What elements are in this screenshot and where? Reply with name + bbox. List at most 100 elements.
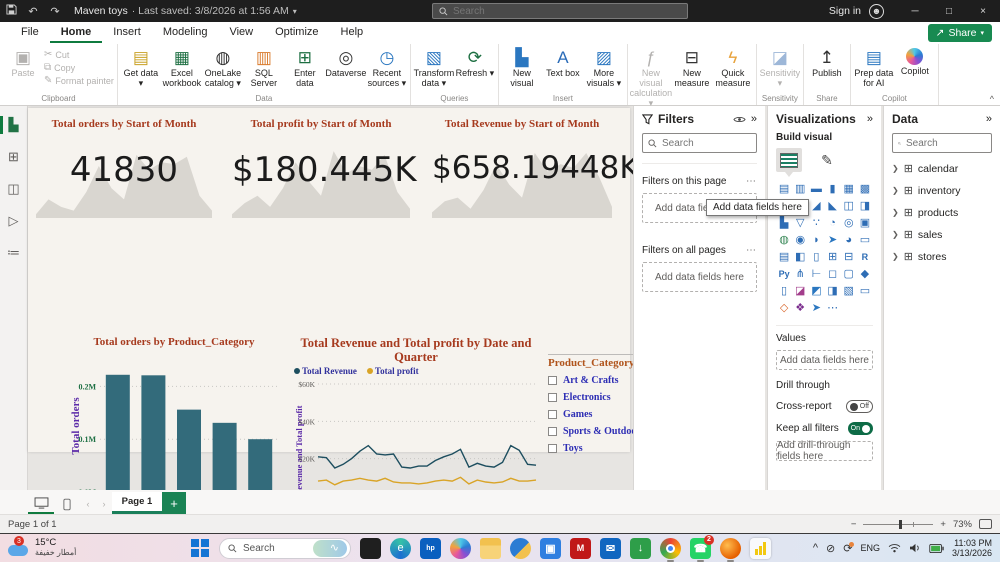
ribbon-tab-insert[interactable]: Insert: [102, 23, 152, 43]
hp-app-icon[interactable]: hp: [420, 538, 441, 559]
idm-icon[interactable]: ↓: [630, 538, 651, 559]
new-measure-button[interactable]: ⊟New measure: [672, 46, 712, 88]
card-icon[interactable]: ▭: [857, 232, 873, 247]
sql-server-button[interactable]: ▥SQL Server: [244, 46, 284, 88]
pie-chart-icon[interactable]: ◔: [824, 215, 840, 230]
kpi-card-total-orders[interactable]: Total orders by Start of Month41830: [36, 114, 212, 218]
more-visuals-button[interactable]: ▨More visuals ▾: [584, 46, 624, 88]
build-visual-tab[interactable]: [776, 148, 802, 172]
close-button[interactable]: ×: [966, 0, 1000, 22]
data-search-input[interactable]: [906, 138, 986, 149]
values-dropzone[interactable]: Add data fields here: [776, 350, 873, 370]
refresh-button[interactable]: ⟳Refresh ▾: [455, 46, 495, 78]
enter-data-button[interactable]: ⊞Enter data: [285, 46, 325, 88]
sync-status-icon[interactable]: ⟳: [843, 542, 852, 555]
key-influencers-icon[interactable]: ⋔: [792, 266, 808, 281]
line-and-clustered-column-icon[interactable]: ◫: [841, 198, 857, 213]
expand-chevron-icon[interactable]: ❯: [892, 252, 899, 261]
firefox-icon[interactable]: [720, 538, 741, 559]
ribbon-tab-view[interactable]: View: [218, 23, 264, 43]
power-apps-icon[interactable]: ◪: [792, 283, 808, 298]
onelake-catalog-button[interactable]: ◍OneLake catalog ▾: [203, 46, 243, 88]
bar-Toys[interactable]: [106, 375, 130, 492]
desktop-layout-icon[interactable]: [28, 494, 54, 514]
copilot-app-icon[interactable]: [450, 538, 471, 559]
quick-measure-button[interactable]: ϟQuick measure: [713, 46, 753, 88]
data-table-stores[interactable]: ❯⊞stores: [892, 250, 992, 263]
gauge-icon[interactable]: ◕: [841, 232, 857, 247]
edge-browser-icon[interactable]: e: [390, 538, 411, 559]
bar-Sports & Outdoors[interactable]: [213, 423, 237, 492]
collapse-pane-icon[interactable]: »: [751, 113, 757, 125]
qa-icon[interactable]: ◻: [824, 266, 840, 281]
bar-Games[interactable]: [177, 410, 201, 492]
excel-workbook-button[interactable]: ▦Excel workbook: [162, 46, 202, 88]
map-icon[interactable]: ◍: [776, 232, 792, 247]
data-table-products[interactable]: ❯⊞products: [892, 206, 992, 219]
checkbox[interactable]: [548, 444, 557, 453]
keep-all-filters-toggle[interactable]: On: [848, 422, 873, 435]
global-search-box[interactable]: [432, 3, 688, 19]
new-page-button[interactable]: +: [162, 492, 186, 514]
title-dropdown-caret[interactable]: ▾: [293, 7, 297, 16]
kpi-icon[interactable]: ◧: [792, 249, 808, 264]
100-stacked-column-chart-icon[interactable]: ▩: [857, 181, 873, 196]
checkbox[interactable]: [548, 410, 557, 419]
share-button[interactable]: ↗ Share ▾: [928, 24, 992, 42]
add-data-fields-dropzone[interactable]: Add data fields here: [642, 262, 757, 292]
whatsapp-icon[interactable]: ☎2: [690, 538, 711, 559]
ribbon-chart-icon[interactable]: ◨: [857, 198, 873, 213]
next-page-arrow[interactable]: ›: [96, 494, 112, 514]
r-script-icon[interactable]: R: [857, 249, 873, 264]
bing-app-icon[interactable]: [510, 538, 531, 559]
treemap-icon[interactable]: ▣: [857, 215, 873, 230]
clock[interactable]: 11:03 PM 3/13/2026: [952, 538, 992, 558]
language-indicator[interactable]: ENG: [860, 543, 880, 553]
paste-button[interactable]: ▣Paste: [3, 46, 43, 78]
ribbon-tab-modeling[interactable]: Modeling: [152, 23, 219, 43]
sign-in-link[interactable]: Sign in: [829, 5, 861, 17]
power-automate-icon[interactable]: ◩: [808, 283, 824, 298]
more-visual-options-icon[interactable]: ⋯: [824, 300, 840, 315]
table-view-icon[interactable]: ⊞: [0, 146, 28, 168]
recent-sources-button[interactable]: ◷Recent sources ▾: [367, 46, 407, 88]
report-view-icon[interactable]: ▙: [0, 114, 28, 136]
show-hidden-icons-chevron[interactable]: ^: [813, 542, 818, 554]
network-status-icon[interactable]: ⊘: [826, 542, 835, 555]
clustered-bar-chart-icon[interactable]: ▬: [808, 181, 824, 196]
image-icon[interactable]: ▭: [857, 283, 873, 298]
chrome-icon[interactable]: [660, 538, 681, 559]
file-explorer-icon[interactable]: [480, 538, 501, 559]
arcgis-map-icon[interactable]: ◨: [824, 283, 840, 298]
text-box-button[interactable]: AText box: [543, 46, 583, 78]
tmdl-view-icon[interactable]: ≔: [0, 242, 28, 264]
ribbon-tab-file[interactable]: File: [10, 23, 50, 43]
waterfall-chart-icon[interactable]: ▙: [776, 215, 792, 230]
buttons-icon[interactable]: ◇: [776, 300, 792, 315]
ribbon-tab-help[interactable]: Help: [330, 23, 375, 43]
data-table-inventory[interactable]: ❯⊞inventory: [892, 184, 992, 197]
outlook-icon[interactable]: ✉: [600, 538, 621, 559]
matrix-icon[interactable]: ⊟: [841, 249, 857, 264]
mobile-layout-icon[interactable]: [54, 494, 80, 514]
scatter-chart-icon[interactable]: ∵: [808, 215, 824, 230]
format-visual-tab[interactable]: ✎: [816, 148, 838, 172]
ribbon-tab-optimize[interactable]: Optimize: [264, 23, 329, 43]
custom-visual-1-icon[interactable]: ▧: [841, 283, 857, 298]
publish-button[interactable]: ↥Publish: [807, 46, 847, 78]
filters-search-box[interactable]: [642, 133, 757, 153]
collapse-pane-icon[interactable]: »: [867, 113, 873, 125]
account-avatar-icon[interactable]: ☻: [869, 4, 884, 19]
microsoft-store-icon[interactable]: ▣: [540, 538, 561, 559]
more-options-icon[interactable]: ⋯: [746, 245, 757, 256]
clustered-column-chart-icon[interactable]: ▮: [824, 181, 840, 196]
get-data-button[interactable]: ▤Get data ▾: [121, 46, 161, 88]
collapse-pane-icon[interactable]: »: [986, 113, 992, 125]
table-icon[interactable]: ⊞: [824, 249, 840, 264]
new-visual-calculation-button[interactable]: ƒNew visual calculation ▾: [631, 46, 671, 108]
global-search-input[interactable]: [453, 6, 653, 17]
filters-search-input[interactable]: [662, 138, 742, 149]
azure-map-icon[interactable]: ➤: [824, 232, 840, 247]
copy-button[interactable]: ⧉Copy: [44, 62, 114, 73]
prep-data-for-ai-button[interactable]: ▤Prep data for AI: [854, 46, 894, 88]
